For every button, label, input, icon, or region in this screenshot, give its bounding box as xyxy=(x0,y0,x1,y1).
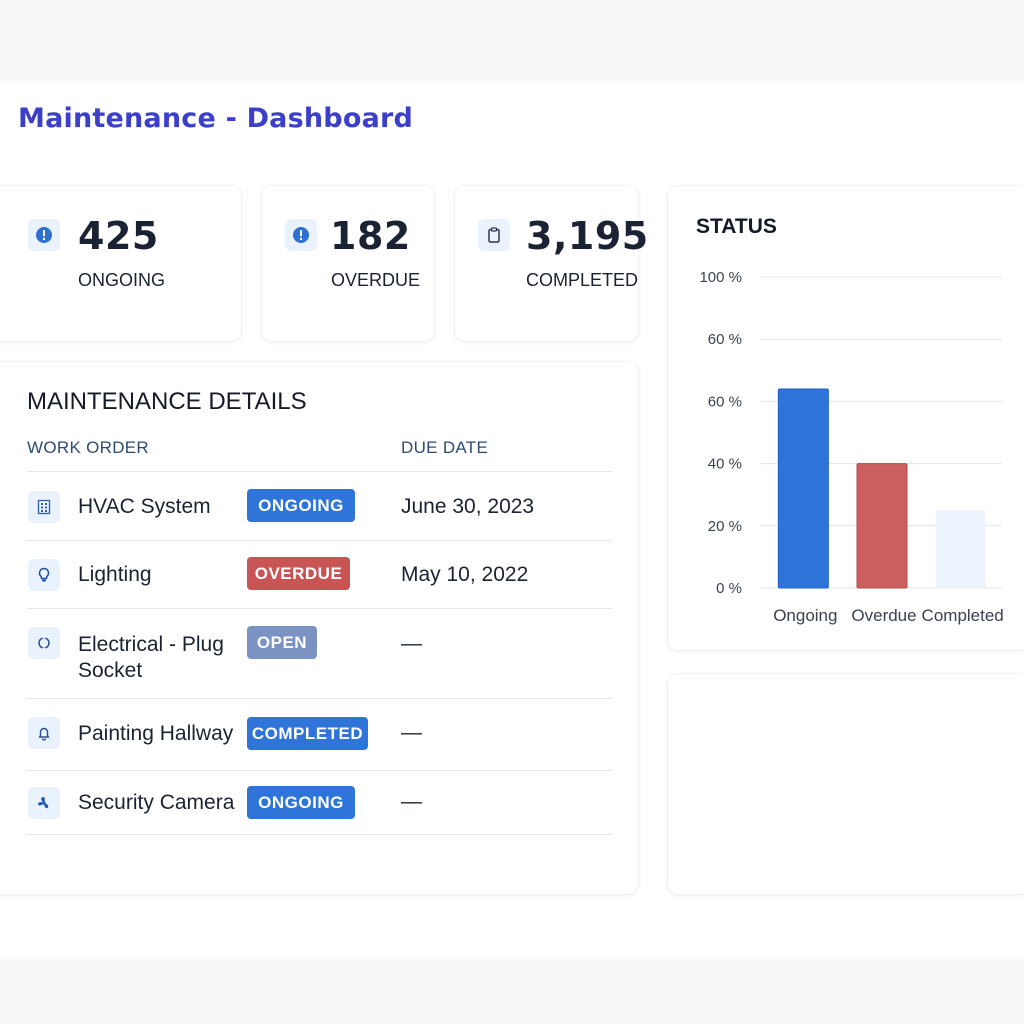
work-order-name: Painting Hallway xyxy=(78,722,234,745)
due-date: — xyxy=(401,790,422,813)
work-order-name: Security Camera xyxy=(78,791,235,814)
work-order-name: Electrical - Plug Socket xyxy=(78,633,224,682)
status-badge[interactable]: ONGOING xyxy=(247,489,355,522)
empty-panel-card xyxy=(668,674,1024,894)
stat-card-completed xyxy=(455,186,638,341)
work-order-name: Lighting xyxy=(78,563,152,586)
x-tick-label: Overdue xyxy=(851,606,916,625)
chart-title: STATUS xyxy=(696,215,777,238)
column-header-work-order: WORK ORDER xyxy=(27,438,149,457)
row-divider xyxy=(27,540,612,541)
header-divider xyxy=(27,471,612,472)
stat-label-completed: COMPLETED xyxy=(526,270,639,290)
y-tick-label: 100 % xyxy=(699,269,742,286)
status-badge[interactable]: OPEN xyxy=(247,626,317,659)
due-date: June 30, 2023 xyxy=(401,495,535,518)
alert-circle-icon xyxy=(28,219,60,251)
lightbulb-icon xyxy=(28,559,60,591)
bar-ongoing[interactable] xyxy=(777,388,829,589)
bell-icon xyxy=(28,717,60,749)
row-divider xyxy=(27,608,612,609)
stat-card-ongoing xyxy=(0,186,241,341)
y-tick-label: 40 % xyxy=(708,456,742,473)
row-divider xyxy=(27,834,612,835)
clipboard-icon xyxy=(478,219,510,251)
status-badge[interactable]: COMPLETED xyxy=(247,717,368,750)
bar-overdue[interactable] xyxy=(856,463,908,589)
y-tick-label: 60 % xyxy=(708,331,742,348)
column-header-due-date: DUE DATE xyxy=(401,438,489,457)
stat-card-overdue xyxy=(262,186,434,341)
work-order-name: HVAC System xyxy=(78,495,211,518)
due-date: — xyxy=(401,632,422,655)
stat-value-ongoing: 425 xyxy=(78,214,159,258)
alert-circle-icon xyxy=(285,219,317,251)
row-divider xyxy=(27,770,612,771)
building-icon xyxy=(28,491,60,523)
stat-value-overdue: 182 xyxy=(330,214,411,258)
stat-value-completed: 3,195 xyxy=(526,214,649,258)
y-tick-label: 60 % xyxy=(708,393,742,410)
due-date: May 10, 2022 xyxy=(401,563,529,586)
bar-completed[interactable] xyxy=(935,510,986,588)
stat-label-ongoing: ONGOING xyxy=(78,270,166,290)
x-tick-label: Completed xyxy=(922,606,1004,625)
x-tick-label: Ongoing xyxy=(773,606,837,625)
status-badge[interactable]: ONGOING xyxy=(247,786,355,819)
details-title: MAINTENANCE DETAILS xyxy=(27,388,307,415)
stat-label-overdue: OVERDUE xyxy=(331,270,421,290)
due-date: — xyxy=(401,721,422,744)
page-title: Maintenance - Dashboard xyxy=(18,103,414,134)
status-badge[interactable]: OVERDUE xyxy=(247,557,350,590)
fan-icon xyxy=(28,787,60,819)
row-divider xyxy=(27,698,612,699)
status-bar-chart: 0 % 20 % 40 % 60 % 60 % 100 % Ongoing Overdue Co… xyxy=(699,269,1004,625)
plug-icon xyxy=(28,627,60,659)
y-tick-label: 20 % xyxy=(708,518,742,535)
y-tick-label: 0 % xyxy=(716,580,742,597)
